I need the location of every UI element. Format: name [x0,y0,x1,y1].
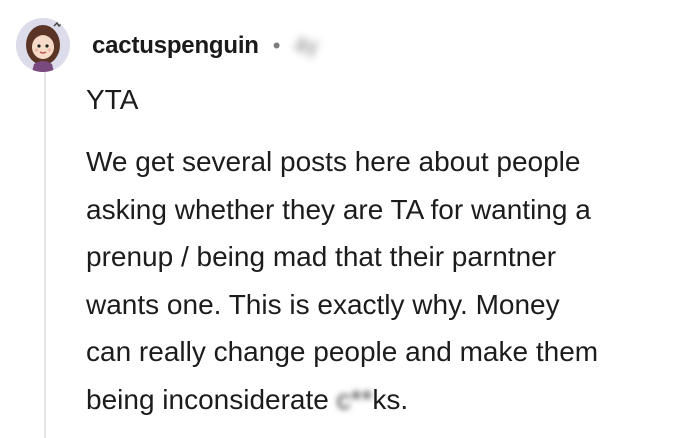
comment-body-line: We get several posts here about people [86,146,581,177]
comment-body-line: can really change people and make them [86,336,599,367]
timestamp[interactable]: 4y [294,33,317,59]
username-link[interactable]: cactuspenguin [92,32,259,60]
user-avatar[interactable] [16,18,70,72]
comment-verdict: YTA [86,84,139,115]
comment-body-line: wants one. This is exactly why. Money [86,288,560,320]
avatar-illustration-icon [16,18,70,72]
comment-body-text: being inconsiderate [86,383,337,415]
censored-word: c** [336,383,373,415]
comment-body-last-line: being inconsiderate c**ks. [86,376,690,424]
separator-dot: • [272,33,281,58]
comment-body-text: ks. [372,383,409,415]
thread-line[interactable] [44,72,46,438]
comment-header: cactuspenguin • 4y [92,26,318,66]
comment-body-line: asking whether they are TA for wanting a [86,193,591,225]
comment-body: We get several posts here about people a… [86,138,690,423]
comment-body-line: prenup / being mad that their parntner [86,241,557,272]
